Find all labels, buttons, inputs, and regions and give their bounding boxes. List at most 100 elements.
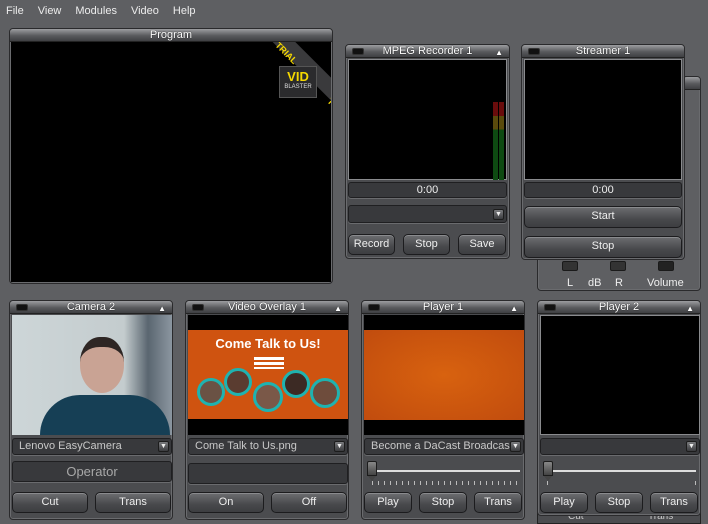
face-avatar-3 [253,382,283,412]
player1-title: Player 1 [422,301,464,313]
camera-device-select[interactable]: Lenovo EasyCamera ▼ [12,438,172,455]
player1-frame [364,330,524,420]
panel-toggle-icon[interactable] [192,304,204,311]
player2-tick-end [695,481,696,485]
panel-toggle-icon[interactable] [16,304,28,311]
player1-stop-button[interactable]: Stop [419,492,467,513]
player2-panel: Player 2 ▲ ▼ Play Stop Trans [537,300,701,516]
label-left: L [567,277,574,289]
menu-file[interactable]: File [6,5,24,17]
panel-toggle-icon[interactable] [528,48,540,55]
mpeg-recorder-preview [348,59,507,180]
recorder-time: 0:00 [348,182,507,198]
program-monitor: TRIAL TRIAL VID BLASTER [11,42,331,282]
mpeg-recorder-title: MPEG Recorder 1 [382,45,473,57]
video-overlay-panel: Video Overlay 1 ▲ Come Talk to Us! Come … [185,300,349,520]
start-button[interactable]: Start [524,206,682,228]
dropdown-arrow-icon[interactable]: ▼ [686,441,697,452]
audio-mixer-header [684,77,700,90]
streamer-time: 0:00 [524,182,682,198]
level-meter-right [499,102,504,180]
dropdown-arrow-icon[interactable]: ▼ [158,441,169,452]
meter-left-knob [562,261,578,271]
overlay-preview: Come Talk to Us! [188,315,348,435]
player1-seek-track[interactable] [372,470,520,472]
face-avatar-5 [310,378,340,408]
collapse-arrow-icon[interactable]: ▲ [334,302,342,315]
label-db: dB [588,277,602,289]
program-title: Program [10,29,332,42]
player1-trans-button[interactable]: Trans [474,492,522,513]
camera-title: Camera 2 [66,301,116,313]
streamer-header: Streamer 1 [522,45,684,58]
player1-seek-ticks [372,481,520,485]
player2-stop-button[interactable]: Stop [595,492,643,513]
dropdown-arrow-icon[interactable]: ▼ [510,441,521,452]
recorder-stop-button[interactable]: Stop [403,234,450,255]
overlay-file-value: Come Talk to Us.png [195,440,297,452]
collapse-arrow-icon[interactable]: ▲ [510,302,518,315]
dropdown-arrow-icon[interactable]: ▼ [334,441,345,452]
trial-watermark: TRIAL TRIAL VID BLASTER [241,42,331,143]
label-right: R [615,277,623,289]
camera-trans-button[interactable]: Trans [95,492,171,513]
mpeg-recorder-panel: MPEG Recorder 1 ▲ 0:00 ▼ Record Stop Sav… [345,44,510,259]
collapse-arrow-icon[interactable]: ▲ [686,302,694,315]
player2-file-select[interactable]: ▼ [540,438,700,455]
collapse-arrow-icon[interactable]: ▲ [158,302,166,315]
menu-modules[interactable]: Modules [75,5,117,17]
player1-file-value: Become a DaCast Broadcas [371,440,510,452]
menu-view[interactable]: View [38,5,62,17]
player2-title: Player 2 [598,301,640,313]
player1-file-select[interactable]: Become a DaCast Broadcas ▼ [364,438,524,455]
face-avatar-1 [197,378,225,406]
streamer-preview [524,59,682,180]
menu-bar: File View Modules Video Help [0,0,708,22]
mpeg-recorder-header: MPEG Recorder 1 ▲ [346,45,509,58]
player1-preview [364,315,524,435]
player2-preview [540,315,700,435]
speech-bubbles [254,357,284,369]
player2-seek-track[interactable] [548,470,696,472]
record-button[interactable]: Record [348,234,395,255]
volume-knob[interactable] [658,261,674,271]
streamer-title: Streamer 1 [575,45,631,57]
player1-header: Player 1 ▲ [362,301,524,314]
camera-panel: Camera 2 ▲ Lenovo EasyCamera ▼ Operator … [9,300,173,520]
level-meter-left [493,102,498,180]
camera-cut-button[interactable]: Cut [12,492,88,513]
player2-play-button[interactable]: Play [540,492,588,513]
label-volume: Volume [647,277,684,289]
camera-preview [12,315,172,435]
recorder-format-select[interactable]: ▼ [348,205,507,223]
overlay-file-select[interactable]: Come Talk to Us.png ▼ [188,438,348,455]
panel-toggle-icon[interactable] [352,48,364,55]
menu-video[interactable]: Video [131,5,159,17]
person-head [80,337,124,393]
operator-field[interactable]: Operator [12,461,172,482]
overlay-text-field[interactable] [188,463,348,484]
dropdown-arrow-icon[interactable]: ▼ [493,209,504,220]
player2-seek-thumb[interactable] [543,461,553,481]
camera-device-value: Lenovo EasyCamera [19,440,122,452]
face-avatar-4 [282,370,310,398]
collapse-arrow-icon[interactable]: ▲ [495,46,503,59]
program-panel: Program TRIAL TRIAL VID BLASTER [9,28,333,284]
player2-tick-start [547,481,548,485]
player2-header: Player 2 ▲ [538,301,700,314]
overlay-image: Come Talk to Us! [188,330,348,419]
panel-toggle-icon[interactable] [544,304,556,311]
overlay-on-button[interactable]: On [188,492,264,513]
blaster-text: BLASTER [284,84,312,90]
menu-help[interactable]: Help [173,5,196,17]
save-button[interactable]: Save [458,234,506,255]
player1-panel: Player 1 ▲ Become a DaCast Broadcas ▼ Pl… [361,300,525,520]
streamer-stop-button[interactable]: Stop [524,236,682,258]
overlay-heading: Come Talk to Us! [215,336,321,351]
panel-toggle-icon[interactable] [368,304,380,311]
player1-play-button[interactable]: Play [364,492,412,513]
overlay-off-button[interactable]: Off [271,492,347,513]
vid-text: VID [287,69,309,84]
player1-seek-thumb[interactable] [367,461,377,481]
player2-trans-button[interactable]: Trans [650,492,698,513]
